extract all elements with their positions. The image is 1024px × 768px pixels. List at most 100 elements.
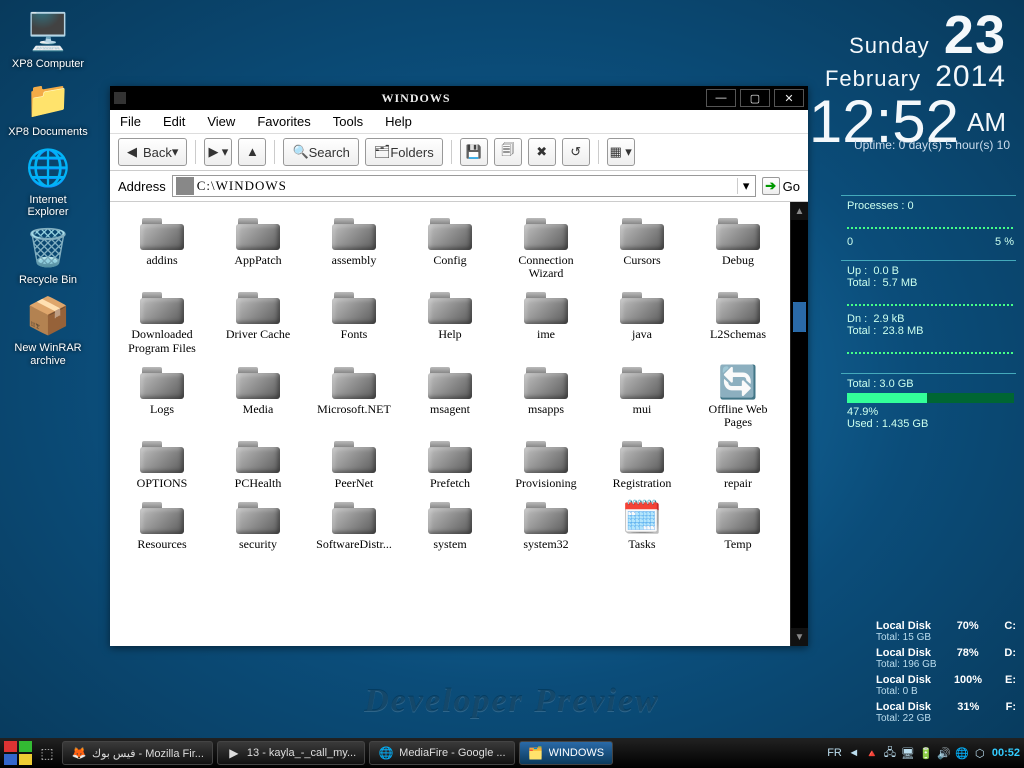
documents-icon: 📁: [24, 76, 72, 124]
folder-item[interactable]: security: [212, 496, 304, 553]
folder-item[interactable]: PeerNet: [308, 435, 400, 492]
minimize-button[interactable]: —: [706, 89, 736, 107]
folder-item[interactable]: Downloaded Program Files: [116, 286, 208, 356]
tray-icon[interactable]: 🔊: [936, 745, 952, 761]
titlebar[interactable]: WINDOWS — ▢ ✕: [110, 86, 808, 110]
copy-icon[interactable]: 🗐: [494, 138, 522, 166]
folder-item[interactable]: msagent: [404, 361, 496, 431]
tray-icon[interactable]: 🖧: [882, 745, 898, 761]
folder-item[interactable]: OPTIONS: [116, 435, 208, 492]
tray-icon[interactable]: 🔋: [918, 745, 934, 761]
toolbar: ◀Back ▾ ▶ ▾ ▲ 🔍 Search 🗂 Folders 💾 🗐 ✖ ↺…: [110, 134, 808, 171]
desktop-icon[interactable]: 🖥️XP8 Computer: [8, 8, 88, 70]
forward-button[interactable]: ▶ ▾: [204, 138, 232, 166]
tray-icon[interactable]: ⬡: [972, 745, 988, 761]
up-button[interactable]: ▲: [238, 138, 266, 166]
menu-favorites[interactable]: Favorites: [257, 114, 310, 129]
quicklaunch-show-desktop[interactable]: ⬚: [36, 742, 58, 764]
folders-button[interactable]: 🗂 Folders: [365, 138, 443, 166]
folder-item[interactable]: addins: [116, 212, 208, 282]
folder-item[interactable]: assembly: [308, 212, 400, 282]
disk-row: Local Disk100%E:: [876, 674, 1016, 686]
folder-item[interactable]: L2Schemas: [692, 286, 784, 356]
folder-item[interactable]: Registration: [596, 435, 688, 492]
folder-item[interactable]: ime: [500, 286, 592, 356]
folder-item[interactable]: Debug: [692, 212, 784, 282]
folder-item[interactable]: Provisioning: [500, 435, 592, 492]
go-button[interactable]: ➔Go: [762, 177, 800, 195]
tray-icon[interactable]: 🌐: [954, 745, 970, 761]
views-button[interactable]: ▦ ▾: [607, 138, 635, 166]
folder-item[interactable]: Microsoft.NET: [308, 361, 400, 431]
go-label: Go: [783, 179, 800, 194]
folder-item[interactable]: 🔄Offline Web Pages: [692, 361, 784, 431]
desktop-icon[interactable]: 🗑️Recycle Bin: [8, 224, 88, 286]
address-input-wrapper[interactable]: ▾: [172, 175, 756, 197]
folder-item[interactable]: system32: [500, 496, 592, 553]
save-icon[interactable]: 💾: [460, 138, 488, 166]
folder-item[interactable]: repair: [692, 435, 784, 492]
folder-icon: [618, 288, 666, 326]
folder-item[interactable]: Driver Cache: [212, 286, 304, 356]
folder-item[interactable]: java: [596, 286, 688, 356]
folder-icon: [426, 363, 474, 401]
taskbar-task[interactable]: ▶13 - kayla_-_call_my...: [217, 741, 365, 765]
folder-item[interactable]: Logs: [116, 361, 208, 431]
menu-help[interactable]: Help: [385, 114, 412, 129]
start-button[interactable]: [4, 741, 32, 765]
desktop-icon-label: New WinRAR archive: [8, 342, 88, 366]
scroll-thumb[interactable]: [793, 302, 806, 332]
folder-item[interactable]: Help: [404, 286, 496, 356]
menu-edit[interactable]: Edit: [163, 114, 185, 129]
folder-item[interactable]: 🗓️Tasks: [596, 496, 688, 553]
scrollbar[interactable]: ▲ ▼: [790, 202, 808, 646]
desktop-icon[interactable]: 📦New WinRAR archive: [8, 292, 88, 366]
desktop-icon[interactable]: 🌐Internet Explorer: [8, 144, 88, 218]
scroll-up-button[interactable]: ▲: [791, 202, 808, 220]
folder-item[interactable]: Media: [212, 361, 304, 431]
address-input[interactable]: [197, 178, 737, 194]
folder-item[interactable]: Connection Wizard: [500, 212, 592, 282]
tray-icon[interactable]: 🔺: [864, 745, 880, 761]
tray-icon[interactable]: 🖥: [900, 745, 916, 761]
menu-view[interactable]: View: [207, 114, 235, 129]
lang-indicator[interactable]: FR: [827, 747, 842, 759]
taskbar-task[interactable]: 🦊فيس بوك - Mozilla Fir...: [62, 741, 213, 765]
taskbar-task[interactable]: 🌐MediaFire - Google ...: [369, 741, 514, 765]
folder-item[interactable]: Prefetch: [404, 435, 496, 492]
tray-icon[interactable]: ◄: [846, 745, 862, 761]
folder-content[interactable]: addinsAppPatchassemblyConfigConnection W…: [110, 202, 790, 646]
taskbar-task[interactable]: 🗂️WINDOWS: [519, 741, 614, 765]
folder-item[interactable]: Resources: [116, 496, 208, 553]
folder-item[interactable]: system: [404, 496, 496, 553]
folder-item[interactable]: Cursors: [596, 212, 688, 282]
scroll-down-button[interactable]: ▼: [791, 628, 808, 646]
search-button[interactable]: 🔍 Search: [283, 138, 358, 166]
disk-row: Local Disk78%D:: [876, 647, 1016, 659]
folder-item[interactable]: Config: [404, 212, 496, 282]
delete-icon[interactable]: ✖: [528, 138, 556, 166]
disk-total: Total: 22 GB: [876, 713, 1016, 724]
folder-item[interactable]: PCHealth: [212, 435, 304, 492]
net-sparkline-up: [847, 293, 1014, 309]
menu-file[interactable]: File: [120, 114, 141, 129]
folder-label: system: [433, 538, 466, 551]
back-button[interactable]: ◀Back ▾: [118, 138, 187, 166]
folder-icon: [522, 498, 570, 536]
folder-item[interactable]: AppPatch: [212, 212, 304, 282]
folder-item[interactable]: SoftwareDistr...: [308, 496, 400, 553]
undo-icon[interactable]: ↺: [562, 138, 590, 166]
explorer-window[interactable]: WINDOWS — ▢ ✕ File Edit View Favorites Tools…: [110, 86, 808, 646]
maximize-button[interactable]: ▢: [740, 89, 770, 107]
desktop-icon[interactable]: 📁XP8 Documents: [8, 76, 88, 138]
folder-label: Help: [438, 328, 461, 341]
address-dropdown[interactable]: ▾: [737, 178, 755, 194]
close-button[interactable]: ✕: [774, 89, 804, 107]
folder-item[interactable]: msapps: [500, 361, 592, 431]
folder-item[interactable]: Fonts: [308, 286, 400, 356]
folder-label: PCHealth: [235, 477, 282, 490]
tray-clock[interactable]: 00:52: [992, 747, 1020, 759]
menu-tools[interactable]: Tools: [333, 114, 363, 129]
folder-item[interactable]: mui: [596, 361, 688, 431]
folder-item[interactable]: Temp: [692, 496, 784, 553]
